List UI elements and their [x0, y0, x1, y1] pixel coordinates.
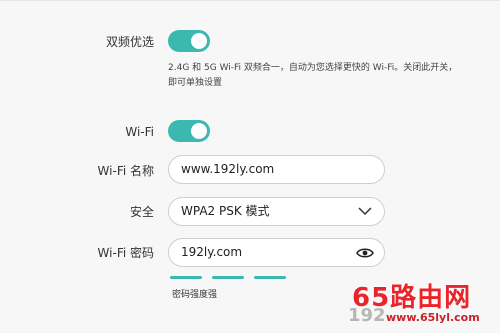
watermark-url: www.65lyl.com — [386, 311, 480, 324]
wifi-name-label: Wi-Fi 名称 — [97, 164, 154, 178]
wifi-name-input[interactable]: www.192ly.com — [168, 155, 385, 184]
wifi-password-label: Wi-Fi 密码 — [97, 246, 154, 260]
strength-bar — [170, 276, 202, 279]
toggle-knob — [191, 33, 207, 49]
toggle-knob — [191, 123, 207, 139]
security-label: 安全 — [129, 205, 154, 219]
dual-band-label: 双频优选 — [105, 35, 154, 49]
password-strength-text: 密码强度强 — [172, 290, 218, 300]
security-selected-value: WPA2 PSK 模式 — [181, 204, 270, 218]
wifi-password-input[interactable]: 192ly.com — [168, 238, 385, 267]
wifi-label: Wi-Fi — [125, 125, 154, 139]
strength-bar — [212, 276, 244, 279]
chevron-down-icon — [358, 207, 372, 216]
dual-band-toggle[interactable] — [168, 30, 210, 52]
top-divider — [0, 0, 500, 1]
watermark-main: 65路由网 — [352, 283, 472, 313]
security-select[interactable]: WPA2 PSK 模式 — [168, 197, 385, 226]
wifi-toggle[interactable] — [168, 120, 210, 142]
strength-bar — [254, 276, 286, 279]
eye-icon[interactable] — [356, 246, 374, 260]
watermark-logo: 192 65路由网 www.65lyl.com — [346, 275, 496, 331]
dual-band-description: 2.4G 和 5G Wi-Fi 双频合一，自动为您选择更快的 Wi-Fi。关闭此… — [168, 63, 458, 88]
wifi-password-value: 192ly.com — [181, 245, 243, 259]
wifi-name-value: www.192ly.com — [181, 162, 275, 176]
